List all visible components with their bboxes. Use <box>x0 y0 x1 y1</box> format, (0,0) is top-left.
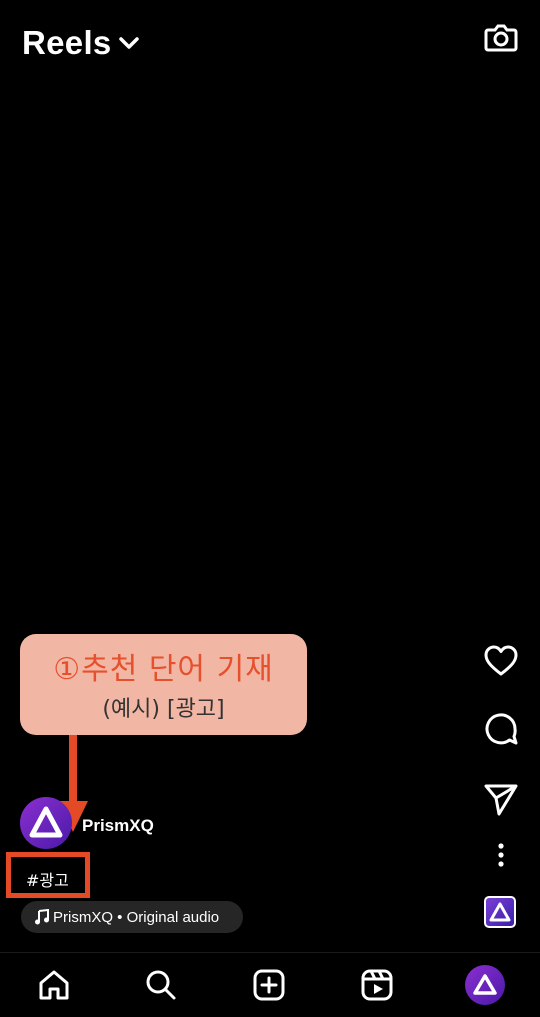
share-button[interactable] <box>482 780 520 818</box>
chevron-down-icon[interactable] <box>118 35 140 51</box>
camera-icon[interactable] <box>482 18 520 56</box>
annotation-callout: ①추천 단어 기재 (예시) [광고] <box>20 634 307 735</box>
profile-avatar <box>465 965 505 1005</box>
page-title[interactable]: Reels <box>22 24 112 62</box>
send-icon <box>484 784 518 816</box>
hashtag[interactable]: #광고 <box>26 867 69 891</box>
more-vertical-icon <box>498 843 504 867</box>
logo-triangle-icon <box>473 974 497 995</box>
nav-create[interactable] <box>249 965 289 1005</box>
logo-triangle-icon <box>29 806 63 838</box>
logo-triangle-icon <box>489 902 511 922</box>
callout-example: (예시) [광고] <box>102 697 225 722</box>
reels-icon <box>361 969 393 1001</box>
more-options-button[interactable] <box>492 840 510 870</box>
audio-thumbnail[interactable] <box>484 896 516 928</box>
audio-pill[interactable]: PrismXQ • Original audio <box>21 901 243 933</box>
comment-icon <box>485 713 518 745</box>
bottom-nav <box>0 952 540 1017</box>
username[interactable]: PrismXQ <box>82 816 154 836</box>
callout-title: ①추천 단어 기재 <box>53 652 274 687</box>
avatar[interactable] <box>20 797 72 849</box>
music-note-icon <box>35 909 49 925</box>
nav-search[interactable] <box>141 965 181 1005</box>
heart-icon <box>484 645 518 676</box>
comment-button[interactable] <box>482 710 520 748</box>
home-icon <box>39 970 69 1000</box>
top-bar: Reels <box>0 0 540 90</box>
audio-label: PrismXQ • Original audio <box>53 908 220 926</box>
nav-profile[interactable] <box>465 965 505 1005</box>
create-plus-icon <box>253 969 285 1001</box>
hashtag-highlight-box: #광고 <box>6 852 90 898</box>
nav-reels[interactable] <box>357 965 397 1005</box>
nav-home[interactable] <box>34 965 74 1005</box>
like-button[interactable] <box>482 642 520 680</box>
search-icon <box>146 970 176 1000</box>
